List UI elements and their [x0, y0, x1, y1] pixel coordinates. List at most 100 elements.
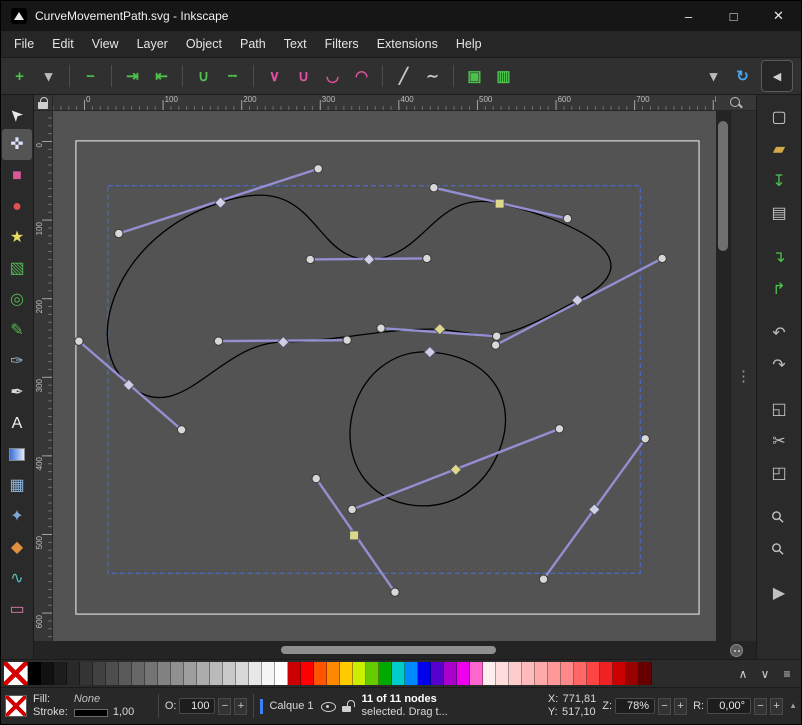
color-swatch[interactable] [340, 662, 353, 685]
cut-icon[interactable]: ✂ [764, 429, 794, 455]
layer-visibility-eye-icon[interactable] [320, 699, 336, 713]
duplicate-icon[interactable]: ◱ [764, 397, 794, 423]
control-handle[interactable] [491, 341, 499, 349]
color-swatch[interactable] [288, 662, 301, 685]
menu-path[interactable]: Path [231, 37, 275, 51]
color-swatch[interactable] [613, 662, 626, 685]
menu-view[interactable]: View [83, 37, 128, 51]
palette-scroll-down[interactable]: ∨ [754, 663, 776, 685]
box3d-tool[interactable]: ▧ [2, 253, 32, 284]
color-swatch[interactable] [301, 662, 314, 685]
star-tool[interactable]: ★ [2, 222, 32, 253]
path-node[interactable] [350, 531, 359, 540]
color-swatch[interactable] [379, 662, 392, 685]
segment-line-button[interactable]: ╱ [389, 62, 418, 91]
vertical-ruler[interactable]: 0100200300400500600 [34, 111, 53, 641]
no-paint-indicator[interactable] [5, 695, 27, 717]
toolbar-options-dropdown[interactable]: ▾ [699, 62, 728, 91]
calligraphy-tool[interactable]: ✒ [2, 377, 32, 408]
color-swatch[interactable] [548, 662, 561, 685]
menu-file[interactable]: File [5, 37, 43, 51]
zoom-drawing-icon[interactable]: ⚲ [764, 505, 794, 531]
zoom-increase-button[interactable]: + [674, 698, 687, 715]
open-document-icon[interactable]: ▰ [764, 137, 794, 163]
canvas[interactable] [53, 111, 716, 641]
snap-indicator[interactable] [716, 641, 756, 659]
color-swatch[interactable] [509, 662, 522, 685]
statusbar-up-icon[interactable]: ▲ [789, 702, 797, 710]
color-swatch[interactable] [41, 662, 54, 685]
color-swatch[interactable] [587, 662, 600, 685]
spiral-tool[interactable]: ◎ [2, 284, 32, 315]
menu-layer[interactable]: Layer [128, 37, 177, 51]
menu-object[interactable]: Object [177, 37, 231, 51]
opacity-increase-button[interactable]: + [234, 698, 247, 715]
control-handle[interactable] [658, 254, 666, 262]
color-swatch[interactable] [353, 662, 366, 685]
minimize-button[interactable]: – [666, 1, 711, 31]
undo-icon[interactable]: ↶ [764, 321, 794, 347]
color-swatch[interactable] [327, 662, 340, 685]
save-document-icon[interactable]: ↧ [764, 169, 794, 195]
mesh-tool[interactable]: ▦ [2, 470, 32, 501]
palette-menu-button[interactable]: ≡ [776, 663, 798, 685]
color-swatch[interactable] [223, 662, 236, 685]
ellipse-tool[interactable]: ● [2, 191, 32, 222]
horizontal-scrollbar[interactable] [53, 641, 716, 659]
color-swatch[interactable] [626, 662, 639, 685]
color-swatch[interactable] [119, 662, 132, 685]
control-handle[interactable] [641, 435, 649, 443]
palette-scroll-up[interactable]: ∧ [732, 663, 754, 685]
color-swatch[interactable] [418, 662, 431, 685]
magnifier-icon[interactable] [729, 96, 743, 110]
control-handle[interactable] [430, 184, 438, 192]
opacity-input[interactable]: 100 [179, 698, 215, 714]
color-swatch[interactable] [639, 662, 652, 685]
panel-resize-handle[interactable]: ⋮ [736, 369, 751, 384]
rotation-input[interactable]: 0,00° [707, 698, 751, 714]
control-handle[interactable] [492, 332, 500, 340]
eraser-tool[interactable]: ▭ [2, 594, 32, 625]
color-swatch[interactable] [249, 662, 262, 685]
node-smooth-button[interactable]: ∪ [289, 62, 318, 91]
lock-icon[interactable] [38, 97, 48, 109]
color-swatch[interactable] [132, 662, 145, 685]
color-swatch[interactable] [366, 662, 379, 685]
layer-selector[interactable]: Calque 1 [269, 700, 313, 712]
color-swatch[interactable] [145, 662, 158, 685]
import-icon[interactable]: ↴ [764, 245, 794, 271]
canvas-drawing[interactable] [53, 111, 716, 641]
delete-segment-button[interactable]: ╌ [218, 62, 247, 91]
vertical-scrollbar[interactable] [716, 111, 730, 641]
color-swatch[interactable] [600, 662, 613, 685]
gradient-tool[interactable] [2, 439, 32, 470]
segment-curve-button[interactable]: ∼ [418, 62, 447, 91]
zoom-input[interactable]: 78% [615, 698, 655, 714]
insert-node-dropdown[interactable]: ▾ [34, 62, 63, 91]
swatch-none[interactable] [4, 662, 28, 685]
control-handle[interactable] [312, 474, 320, 482]
color-swatch[interactable] [67, 662, 80, 685]
control-handle[interactable] [539, 575, 547, 583]
color-swatch[interactable] [93, 662, 106, 685]
control-handle[interactable] [177, 426, 185, 434]
object-to-path-button[interactable]: ▣ [460, 62, 489, 91]
stroke-to-path-button[interactable]: ▥ [489, 62, 518, 91]
join-segment-button[interactable]: ∪ [189, 62, 218, 91]
control-handle[interactable] [314, 165, 322, 173]
color-swatch[interactable] [457, 662, 470, 685]
menu-text[interactable]: Text [275, 37, 316, 51]
control-handle[interactable] [563, 214, 571, 222]
show-transform-handles-button[interactable]: ↻ [728, 62, 757, 91]
control-handle[interactable] [391, 588, 399, 596]
control-handle[interactable] [214, 337, 222, 345]
node-tool[interactable]: ✜ [2, 129, 32, 160]
tweak-tool[interactable]: ∿ [2, 563, 32, 594]
color-swatch[interactable] [444, 662, 457, 685]
insert-node-button[interactable]: + [5, 62, 34, 91]
new-document-icon[interactable]: ▢ [764, 105, 794, 131]
path-node[interactable] [495, 199, 504, 208]
menu-filters[interactable]: Filters [316, 37, 368, 51]
node-symmetric-button[interactable]: ◡ [318, 62, 347, 91]
rotation-decrease-button[interactable]: − [754, 698, 767, 715]
